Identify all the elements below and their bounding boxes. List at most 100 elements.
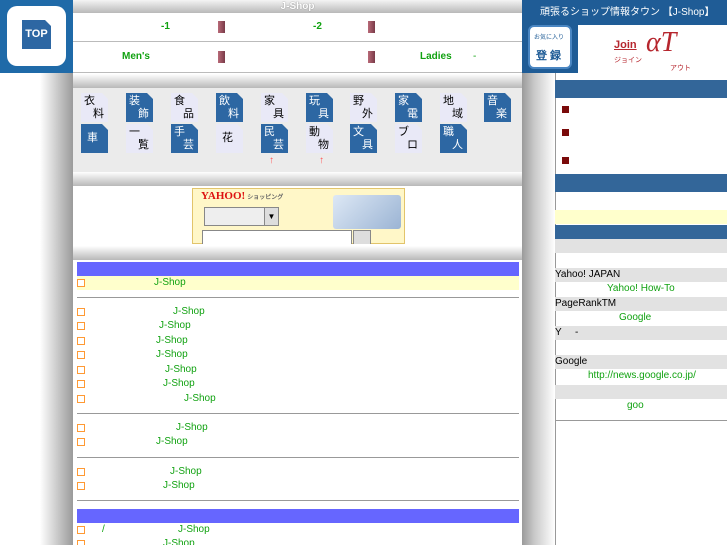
pagerank-label: PageRankTM [555, 297, 727, 311]
site-title: 頑張るショップ情報タウン 【J-Shop】 [540, 7, 715, 18]
new-arrow-icon: ↑ [319, 155, 324, 166]
google-label: Google [555, 355, 727, 369]
divider [77, 297, 519, 298]
category-icon-stationery[interactable]: 文具 [350, 124, 377, 153]
category-row-2: Men's Ladies - [73, 43, 522, 73]
category-icon-animals[interactable]: 動物 [306, 124, 333, 153]
bullet-icon [77, 526, 85, 534]
category-icon-flowers[interactable]: 花 [216, 124, 243, 153]
bullet-icon [77, 395, 85, 403]
category-marker [368, 21, 375, 33]
category-icon-list[interactable]: 一覧 [126, 124, 153, 153]
mens-link[interactable]: Men's [122, 51, 150, 62]
category-icon-handicraft[interactable]: 手芸 [171, 124, 198, 153]
chevron-down-icon: ▼ [264, 208, 278, 225]
category-icon-clothes[interactable]: 衣料 [81, 93, 108, 122]
join-out-banner[interactable]: Join ジョイン αT アウト [578, 25, 727, 73]
bullet-icon [562, 157, 569, 164]
bullet-icon [77, 424, 85, 432]
list-item[interactable]: J-Shop [77, 392, 519, 406]
goo-link[interactable]: goo [555, 399, 727, 413]
top-button-area[interactable]: TOP [0, 0, 73, 73]
yahoo-howto-link[interactable]: Yahoo! How-To [555, 282, 727, 296]
list-item[interactable]: / J-Shop [77, 523, 519, 537]
bullet-icon [77, 482, 85, 490]
bullet-icon [77, 438, 85, 446]
category-icon-electronics[interactable]: 家電 [395, 93, 422, 122]
google-news-link[interactable]: http://news.google.co.jp/ [555, 369, 727, 383]
category-icon-folkcraft[interactable]: 民芸 [261, 124, 288, 153]
google-link[interactable]: Google [555, 311, 727, 325]
bullet-icon [77, 351, 85, 359]
join-sub-label: ジョイン [614, 57, 642, 64]
category-icon-drinks[interactable]: 飲料 [216, 93, 243, 122]
out-sub-label: アウト [670, 65, 691, 72]
category-icon-music[interactable]: 音楽 [484, 93, 511, 122]
ladies-link[interactable]: Ladies [420, 51, 452, 62]
new-arrow-icon: ↑ [269, 155, 274, 166]
bullet-icon [77, 468, 85, 476]
right-gutter [522, 73, 555, 545]
list-item[interactable]: J-Shop [77, 305, 519, 319]
bullet-icon [77, 380, 85, 388]
search-category-select[interactable]: ▼ [204, 207, 279, 226]
category-label-2[interactable]: -2 [313, 21, 322, 32]
list-item[interactable]: J-Shop [77, 377, 519, 391]
list-item[interactable]: J-Shop [77, 276, 519, 290]
category-grid: 衣料 装飾 食品 飲料 家具 玩具 野外 家電 地域 音楽 車 一覧 手芸 花 … [73, 88, 522, 172]
left-gutter [0, 73, 73, 545]
favorite-button[interactable]: お気に入り 登 録 [528, 25, 572, 69]
category-marker [368, 51, 375, 63]
right-section-bar [555, 174, 727, 192]
right-highlight-row [555, 210, 727, 224]
list-item[interactable]: J-Shop [77, 348, 519, 362]
top-button[interactable]: TOP [22, 20, 51, 49]
bullet-icon [77, 337, 85, 345]
right-section-bar [555, 225, 727, 239]
list-item[interactable]: J-Shop [77, 465, 519, 479]
category-icon-craftsman[interactable]: 職人 [440, 124, 467, 153]
category-icon-furniture[interactable]: 家具 [261, 93, 288, 122]
section-strip [73, 74, 522, 88]
right-gray-row [555, 239, 727, 253]
bullet-icon [77, 540, 85, 545]
yahoo-shopping-search: YAHOO! ショッピング ▼ [192, 188, 405, 244]
laptop-image [333, 195, 401, 229]
category-marker [218, 51, 225, 63]
right-section-bar [555, 80, 727, 98]
category-icon-blog[interactable]: ブロ [395, 124, 422, 153]
category-icon-toys[interactable]: 玩具 [306, 93, 333, 122]
category-marker [218, 21, 225, 33]
list-item[interactable]: J-Shop [77, 319, 519, 333]
page-title-bar: J-Shop [73, 0, 522, 13]
join-label: Join [614, 39, 637, 51]
divider [77, 500, 519, 501]
category-icon-region[interactable]: 地域 [440, 93, 467, 122]
news-header-bar [77, 262, 519, 276]
bullet-icon [77, 279, 85, 287]
search-input[interactable] [202, 230, 352, 244]
category-row-1: -1 -2 [73, 13, 522, 42]
category-label-1[interactable]: -1 [161, 21, 170, 32]
at-logo: αT [646, 27, 677, 58]
ladies-dash: - [473, 51, 477, 62]
list-item[interactable]: J-Shop [77, 537, 519, 545]
divider [555, 420, 727, 421]
search-button[interactable] [353, 230, 371, 244]
list-item[interactable]: J-Shop [77, 435, 519, 449]
right-header: 頑張るショップ情報タウン 【J-Shop】 お気に入り 登 録 Join ジョイ… [522, 0, 727, 73]
list-item[interactable]: J-Shop [77, 479, 519, 493]
list-item[interactable]: J-Shop [77, 334, 519, 348]
category-icon-accessories[interactable]: 装飾 [126, 93, 153, 122]
section-strip [73, 172, 522, 186]
yahoo-japan-label: Yahoo! JAPAN [555, 268, 727, 282]
list-item[interactable]: J-Shop [77, 421, 519, 435]
favorite-small-label: お気に入り [534, 35, 565, 41]
category-icon-outdoor[interactable]: 野外 [350, 93, 377, 122]
category-icon-food[interactable]: 食品 [171, 93, 198, 122]
divider [77, 457, 519, 458]
list-item[interactable]: J-Shop [77, 363, 519, 377]
category-icon-car[interactable]: 車 [81, 124, 108, 153]
favorite-label: 登 録 [536, 50, 562, 62]
right-gray-row [555, 385, 727, 399]
